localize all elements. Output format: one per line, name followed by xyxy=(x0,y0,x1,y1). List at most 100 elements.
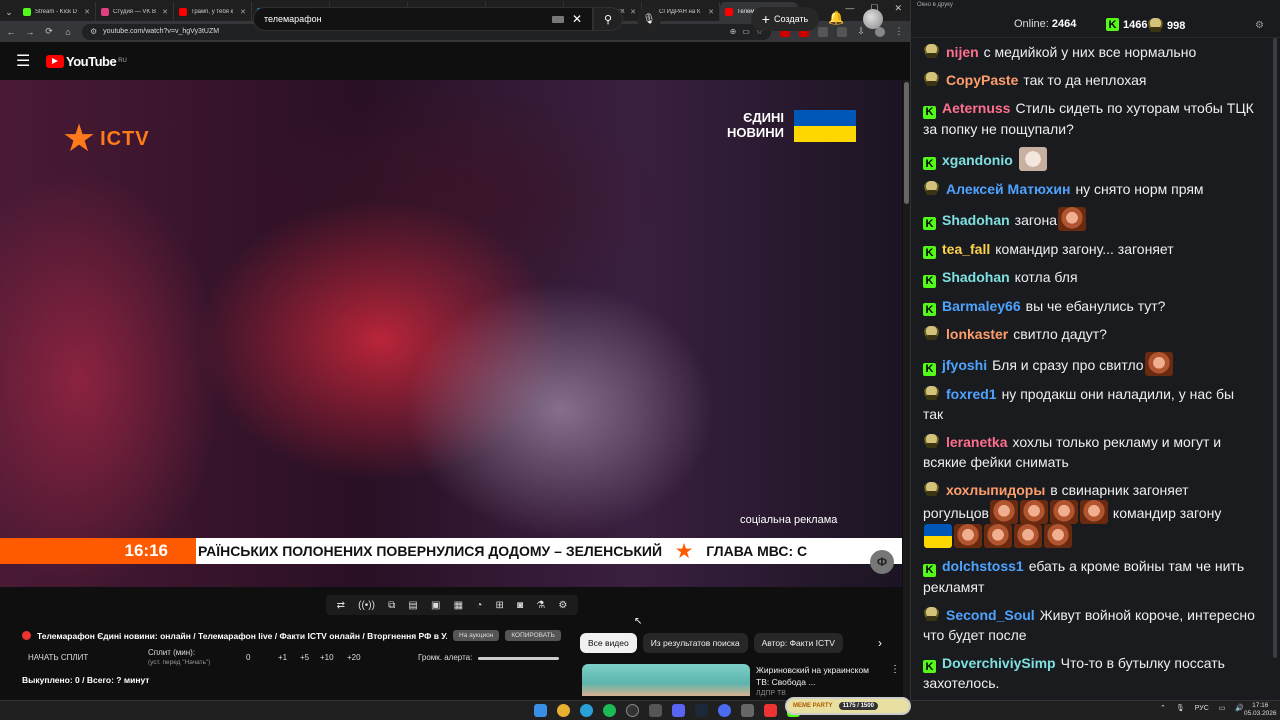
chevron-right-icon[interactable]: › xyxy=(878,636,882,650)
tab-close-icon[interactable]: ✕ xyxy=(162,8,168,16)
start-icon[interactable] xyxy=(534,704,547,717)
meme-party-widget[interactable]: MEME PARTY 1175 / 1500 xyxy=(785,697,911,715)
forward-icon[interactable]: → xyxy=(25,27,35,37)
app-icon[interactable] xyxy=(741,704,754,717)
clear-search-icon[interactable]: ✕ xyxy=(572,12,582,26)
close-window-icon[interactable]: ✕ xyxy=(894,3,902,14)
language-indicator[interactable]: РУС xyxy=(1195,705,1209,712)
network-icon[interactable]: ▭ xyxy=(1219,704,1226,712)
alert-volume-slider[interactable] xyxy=(478,657,559,660)
keyboard-icon[interactable] xyxy=(551,15,564,23)
app-icon[interactable] xyxy=(649,704,662,717)
add-5-button[interactable]: +5 xyxy=(300,653,309,662)
subtitles-icon[interactable]: ▦ xyxy=(454,600,463,611)
site-info-icon[interactable]: ⚙ xyxy=(90,27,97,36)
chat-username[interactable]: lonkaster xyxy=(946,326,1008,342)
camera-icon[interactable]: ◙ xyxy=(517,600,523,611)
search-input[interactable]: телемарафон ✕ xyxy=(253,7,593,31)
film-icon[interactable]: ▤ xyxy=(408,600,417,611)
back-icon[interactable]: ← xyxy=(6,27,16,37)
download-icon[interactable]: ⇩ xyxy=(856,26,866,37)
page-scrollbar[interactable] xyxy=(903,80,910,700)
browser-tab[interactable]: Трамп, у тебя к ✕ xyxy=(174,2,252,21)
app-icon[interactable] xyxy=(764,704,777,717)
screenshot-settings-icon[interactable]: ⧉ xyxy=(388,600,395,611)
extension-icon[interactable] xyxy=(818,26,828,37)
discord-icon[interactable] xyxy=(672,704,685,717)
auction-button[interactable]: На аукцион xyxy=(453,630,500,641)
flask-icon[interactable]: ⚗ xyxy=(536,600,545,611)
zoom-icon[interactable]: ⊕ xyxy=(730,27,737,36)
scrollbar-thumb[interactable] xyxy=(904,82,909,204)
steam-icon[interactable] xyxy=(695,704,708,717)
chip-author[interactable]: Автор: Факти ICTV xyxy=(753,633,843,653)
chat-username[interactable]: Shadohan xyxy=(942,269,1010,285)
start-split-button[interactable]: НАЧАТЬ СПЛИТ xyxy=(28,653,88,662)
home-icon[interactable]: ⌂ xyxy=(63,27,73,37)
chat-username[interactable]: jfyoshi xyxy=(942,357,987,373)
menu-kebab-icon[interactable]: ⋮ xyxy=(894,26,904,37)
add-20-button[interactable]: +20 xyxy=(347,653,361,662)
video-title[interactable]: Жириновский на украинском ТВ: Свобода ..… xyxy=(756,664,884,688)
volume-icon[interactable]: 🔊 xyxy=(1235,704,1244,712)
add-10-button[interactable]: +10 xyxy=(320,653,334,662)
chat-username[interactable]: leranetka xyxy=(946,434,1007,450)
chip-from-search[interactable]: Из результатов поиска xyxy=(642,633,748,653)
chat-username[interactable]: хохлыпидоры xyxy=(946,482,1045,498)
tab-close-icon[interactable]: ✕ xyxy=(708,8,714,16)
pip-icon[interactable]: ▣ xyxy=(431,600,440,611)
search-button[interactable]: ⚲ xyxy=(593,7,623,31)
chat-username[interactable]: Second_Soul xyxy=(946,607,1035,623)
obs-icon[interactable] xyxy=(626,704,639,717)
minimize-icon[interactable]: — xyxy=(845,3,854,14)
user-avatar[interactable] xyxy=(863,9,883,29)
chat-username[interactable]: tea_fall xyxy=(942,241,990,257)
video-player[interactable]: ★ ICTV ЄДИНІ НОВИНИ соціальна реклама 16… xyxy=(0,80,902,587)
notifications-bell-icon[interactable]: 🔔 xyxy=(828,10,844,26)
add-clip-icon[interactable]: ⊞ xyxy=(495,600,503,611)
tab-close-icon[interactable]: ✕ xyxy=(240,8,246,16)
voice-search-button[interactable]: 🎙 xyxy=(637,7,661,31)
broadcast-icon[interactable]: ((•)) xyxy=(358,600,375,611)
copy-button[interactable]: КОПИРОВАТЬ xyxy=(505,630,561,641)
system-clock[interactable]: 17:16 05.03.2026 xyxy=(1244,702,1277,718)
create-button[interactable]: + Создать xyxy=(751,7,819,31)
more-options-icon[interactable]: ⋮ xyxy=(890,664,900,696)
chat-settings-icon[interactable]: ⚙ xyxy=(1255,20,1264,31)
tab-close-icon[interactable]: ✕ xyxy=(84,8,90,16)
speed-gauge-icon[interactable]: ◔ xyxy=(476,600,482,611)
chat-username[interactable]: CopyPaste xyxy=(946,72,1018,88)
spotify-icon[interactable] xyxy=(603,704,616,717)
gear-icon[interactable]: ⚙ xyxy=(558,600,567,611)
chat-username[interactable]: Barmaley66 xyxy=(942,298,1021,314)
hamburger-menu-icon[interactable]: ☰ xyxy=(16,51,36,71)
recommended-video[interactable]: Жириновский на украинском ТВ: Свобода ..… xyxy=(582,664,900,697)
chat-username[interactable]: nijen xyxy=(946,44,979,60)
chat-scrollbar-thumb[interactable] xyxy=(1273,38,1277,658)
loop-icon[interactable]: ⇄ xyxy=(337,600,345,611)
chat-username[interactable]: DoverchiviySimp xyxy=(942,655,1056,671)
browser-tab[interactable]: Студия — VK В ✕ xyxy=(96,2,174,21)
player-icon[interactable] xyxy=(718,704,731,717)
chat-username[interactable]: xgandonio xyxy=(942,152,1013,168)
tab-search-icon[interactable]: ⌄ xyxy=(0,3,18,21)
reload-icon[interactable]: ⟳ xyxy=(44,26,54,37)
browser-tab[interactable]: Stream - Kick D ✕ xyxy=(18,2,96,21)
telegram-icon[interactable] xyxy=(580,704,593,717)
extensions-puzzle-icon[interactable] xyxy=(837,26,847,37)
chat-username[interactable]: dolchstoss1 xyxy=(942,558,1024,574)
youtube-logo[interactable]: YouTube RU xyxy=(46,54,127,69)
cast-icon[interactable]: ▭ xyxy=(742,27,750,36)
chat-username[interactable]: Shadohan xyxy=(942,212,1010,228)
add-1-button[interactable]: +1 xyxy=(278,653,287,662)
tab-close-icon[interactable]: ✕ xyxy=(630,8,636,16)
chat-username[interactable]: foxred1 xyxy=(946,386,997,402)
chip-all-videos[interactable]: Все видео xyxy=(580,633,637,653)
video-thumbnail[interactable] xyxy=(582,664,750,696)
chat-username[interactable]: Алексей Матюхин xyxy=(946,181,1070,197)
chat-scrollbar[interactable] xyxy=(1271,38,1279,700)
tray-chevron-icon[interactable]: ⌃ xyxy=(1160,704,1166,712)
chrome-icon[interactable] xyxy=(557,704,570,717)
chat-username[interactable]: Aeternuss xyxy=(942,100,1010,116)
microphone-tray-icon[interactable]: 🎙 xyxy=(1176,704,1185,712)
